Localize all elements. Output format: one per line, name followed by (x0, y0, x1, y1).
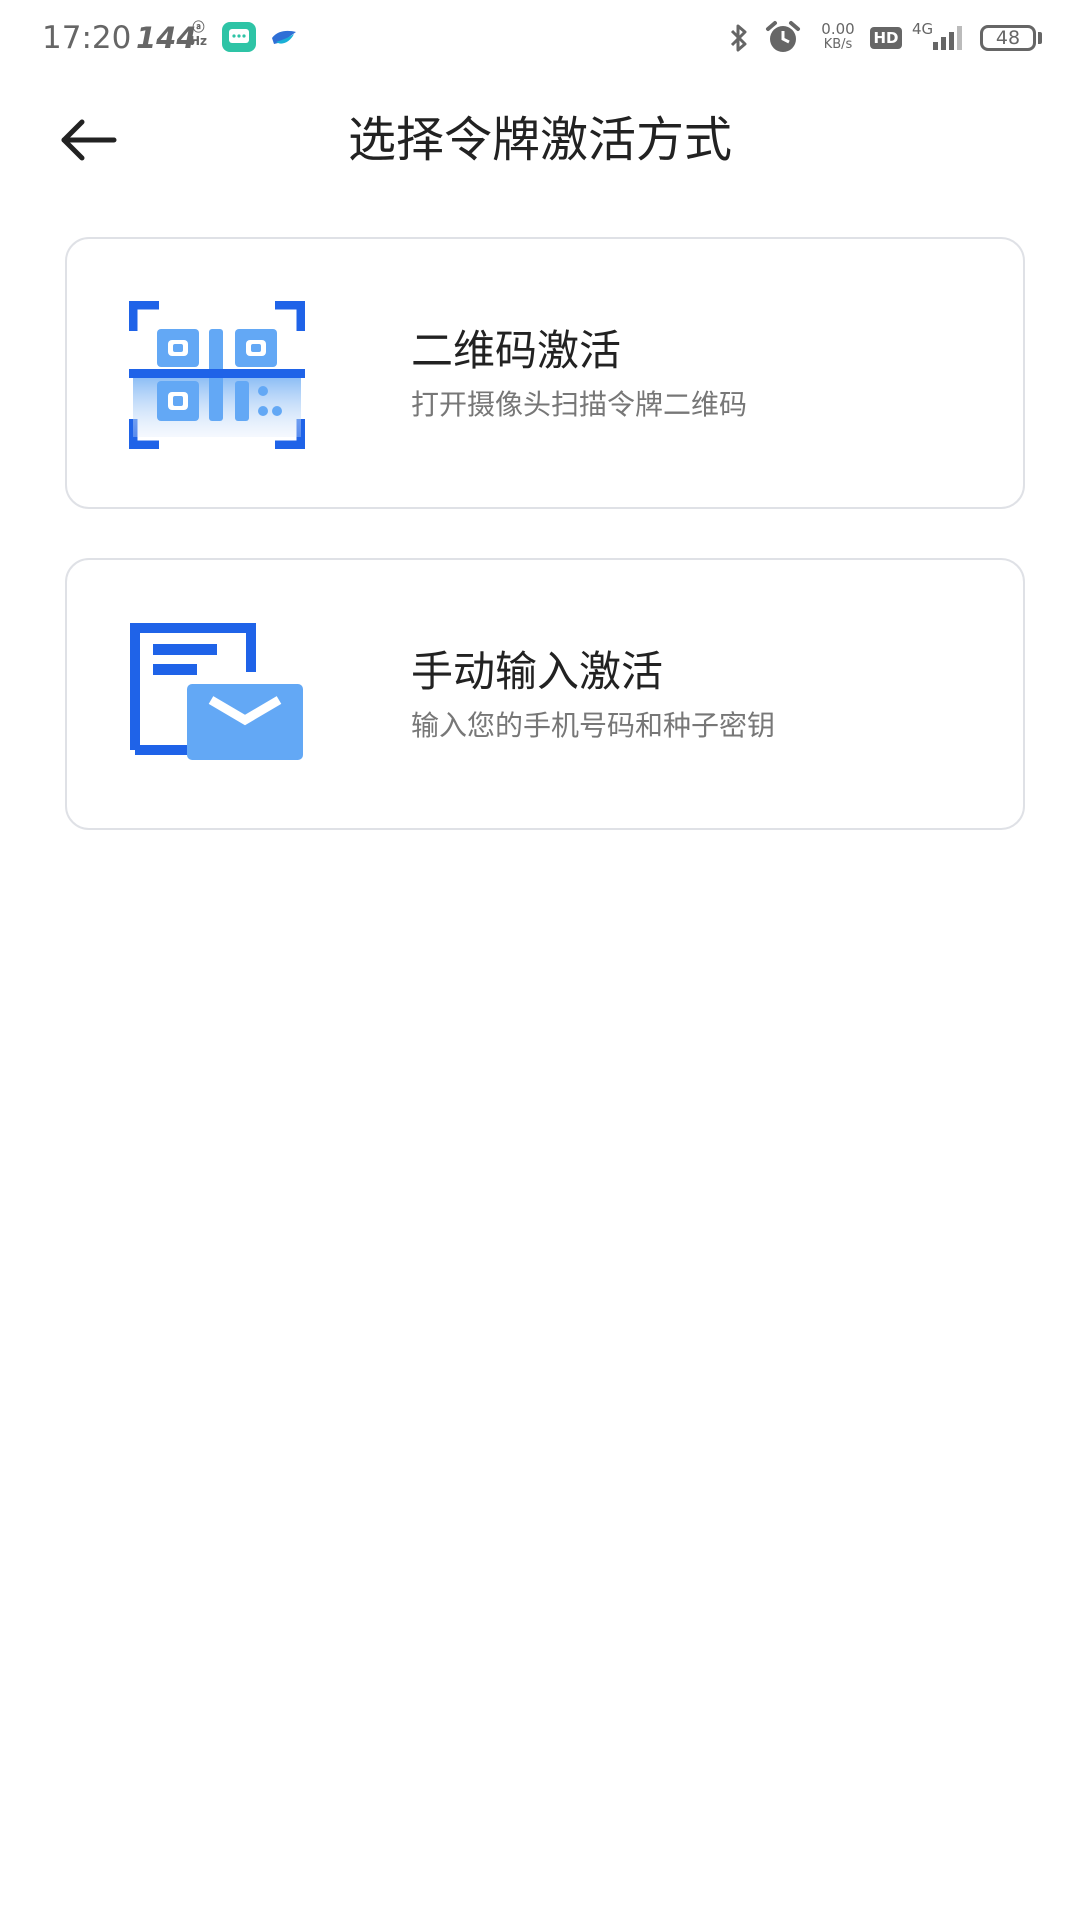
auto-badge-icon: ⓐ (192, 20, 205, 34)
manual-entry-icon (129, 622, 305, 770)
status-time: 17:20 (42, 20, 132, 56)
qr-activation-card[interactable]: 二维码激活 打开摄像头扫描令牌二维码 (65, 237, 1025, 509)
refresh-rate-unit: ⓐ Hz (190, 20, 208, 48)
bluetooth-icon (726, 22, 752, 54)
message-app-icon (222, 22, 256, 52)
refresh-rate: 144 (136, 21, 197, 55)
page-title: 选择令牌激活方式 (347, 112, 732, 168)
qr-activation-title: 二维码激活 (411, 326, 622, 375)
status-bar: 17:20 144 ⓐ Hz 0.00 KB/s HD 4G 48 (0, 0, 1080, 76)
qr-scan-icon (128, 300, 306, 450)
battery-icon: 48 (980, 25, 1036, 51)
qr-activation-subtitle: 打开摄像头扫描令牌二维码 (411, 388, 748, 421)
activation-method-screen: 17:20 144 ⓐ Hz 0.00 KB/s HD 4G 48 选择令牌激活… (0, 0, 1080, 1920)
net-speed: 0.00 KB/s (821, 20, 855, 53)
manual-activation-card[interactable]: 手动输入激活 输入您的手机号码和种子密钥 (65, 558, 1025, 830)
arrow-left-icon (61, 119, 117, 161)
back-button[interactable] (56, 112, 122, 168)
battery-tip (1038, 32, 1042, 44)
manual-activation-title: 手动输入激活 (411, 647, 664, 696)
alarm-icon (764, 20, 802, 56)
bird-app-icon (270, 24, 298, 50)
header: 选择令牌激活方式 (0, 90, 1080, 190)
signal-icon (925, 24, 971, 52)
manual-activation-subtitle: 输入您的手机号码和种子密钥 (411, 709, 776, 742)
hd-badge: HD (870, 27, 902, 49)
